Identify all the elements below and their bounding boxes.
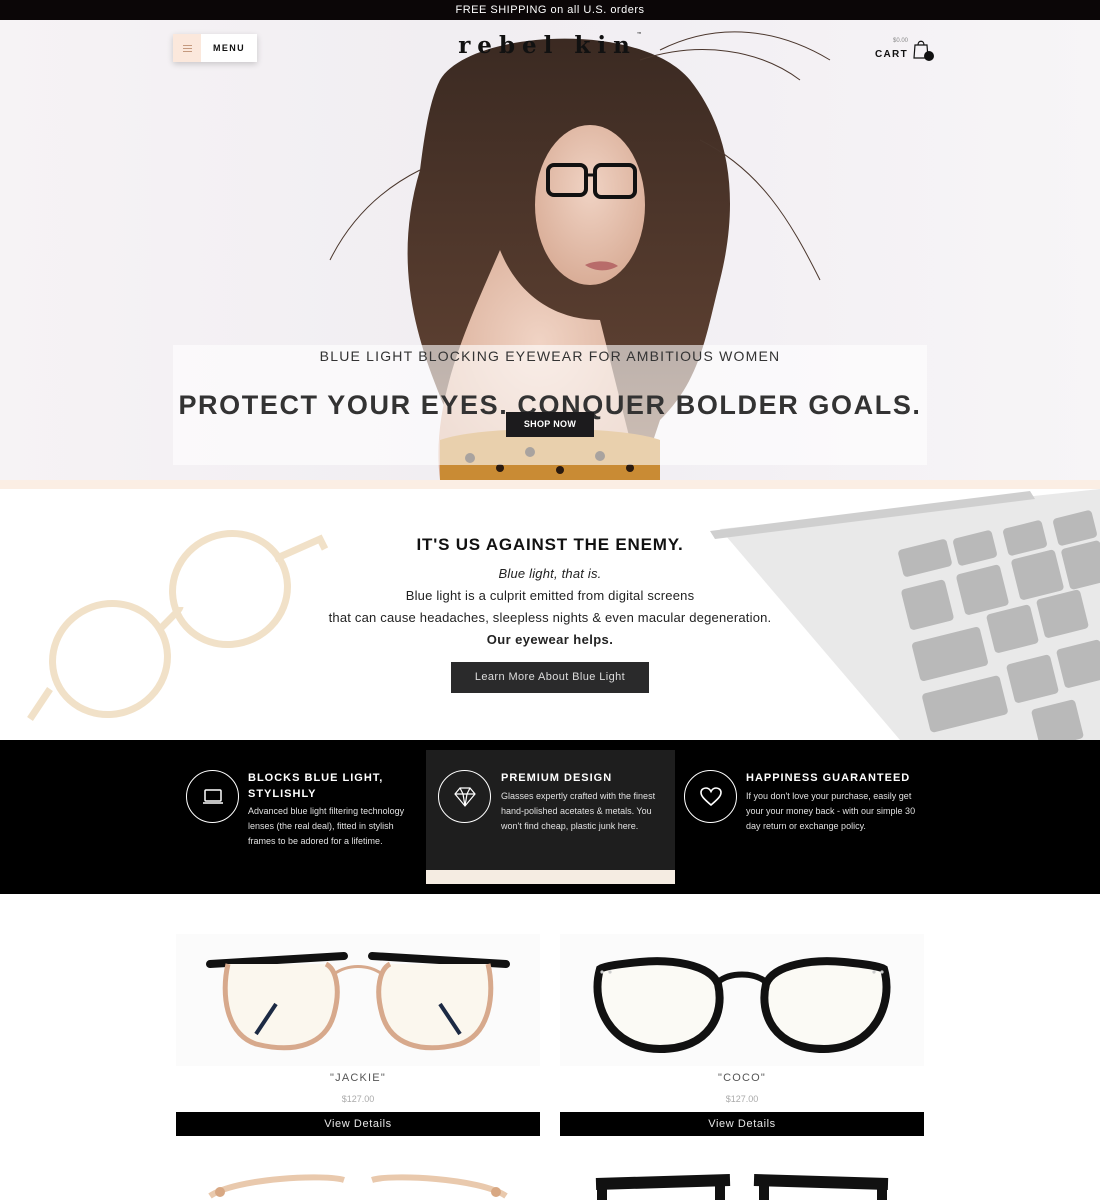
enemy-subheading: Blue light, that is.: [498, 566, 602, 581]
hero-section: MENU rebel kin™ $0.00 CART BLUE LIGHT BL…: [0, 20, 1100, 480]
feature-description: Glasses expertly crafted with the finest…: [501, 791, 656, 831]
view-details-button[interactable]: View Details: [176, 1112, 540, 1136]
product-name[interactable]: "COCO": [560, 1072, 924, 1084]
product-image-jackie[interactable]: [176, 934, 540, 1066]
feature-description: If you don't love your purchase, easily …: [746, 791, 916, 831]
feature-highlight-accent: [426, 870, 675, 884]
product-name[interactable]: "JACKIE": [176, 1072, 540, 1084]
product-price: $127.00: [725, 1094, 759, 1104]
diamond-icon: [438, 770, 491, 823]
feature-title: BLOCKS BLUE LIGHT, STYLISHLY: [248, 772, 384, 800]
product-price: $127.00: [341, 1094, 375, 1104]
laptop-icon: [186, 770, 239, 823]
hero-eyebrow: BLUE LIGHT BLOCKING EYEWEAR FOR AMBITIOU…: [319, 348, 781, 364]
announcement-text: FREE SHIPPING on all U.S. orders: [455, 4, 645, 16]
enemy-heading: IT'S US AGAINST THE ENEMY.: [416, 535, 684, 554]
logo-text: rebel kin: [458, 32, 637, 59]
learn-more-button[interactable]: Learn More About Blue Light: [451, 662, 649, 693]
product-image-partial-1[interactable]: [176, 1156, 540, 1200]
products-grid: "JACKIE" $127.00 View Details "COCO" $12…: [0, 894, 1100, 1200]
logo-trademark: ™: [636, 32, 642, 38]
shop-now-button[interactable]: SHOP NOW: [506, 412, 594, 437]
product-image-coco[interactable]: [560, 934, 924, 1066]
feature-title: PREMIUM DESIGN: [501, 772, 613, 784]
enemy-text-line-1: Blue light is a culprit emitted from dig…: [405, 588, 695, 603]
announcement-bar: FREE SHIPPING on all U.S. orders: [0, 0, 1100, 20]
features-section: BLOCKS BLUE LIGHT, STYLISHLY Advanced bl…: [0, 740, 1100, 894]
product-image-partial-2[interactable]: [560, 1156, 924, 1200]
section-divider: [0, 480, 1100, 489]
feature-title: HAPPINESS GUARANTEED: [746, 772, 911, 784]
cart-count-dot: [924, 51, 934, 61]
feature-description: Advanced blue light filtering technology…: [248, 806, 405, 846]
enemy-text-line-2: that can cause headaches, sleepless nigh…: [328, 610, 772, 625]
cart-amount: $0.00: [892, 38, 908, 44]
shopping-bag-icon: [912, 38, 934, 61]
heart-icon: [684, 770, 737, 823]
site-logo[interactable]: rebel kin™: [0, 32, 1100, 59]
cart-label: CART: [875, 49, 908, 60]
blue-light-section: IT'S US AGAINST THE ENEMY. Blue light, t…: [0, 489, 1100, 740]
view-details-button[interactable]: View Details: [560, 1112, 924, 1136]
cart-button[interactable]: $0.00 CART: [875, 38, 934, 62]
enemy-tagline: Our eyewear helps.: [486, 632, 614, 647]
